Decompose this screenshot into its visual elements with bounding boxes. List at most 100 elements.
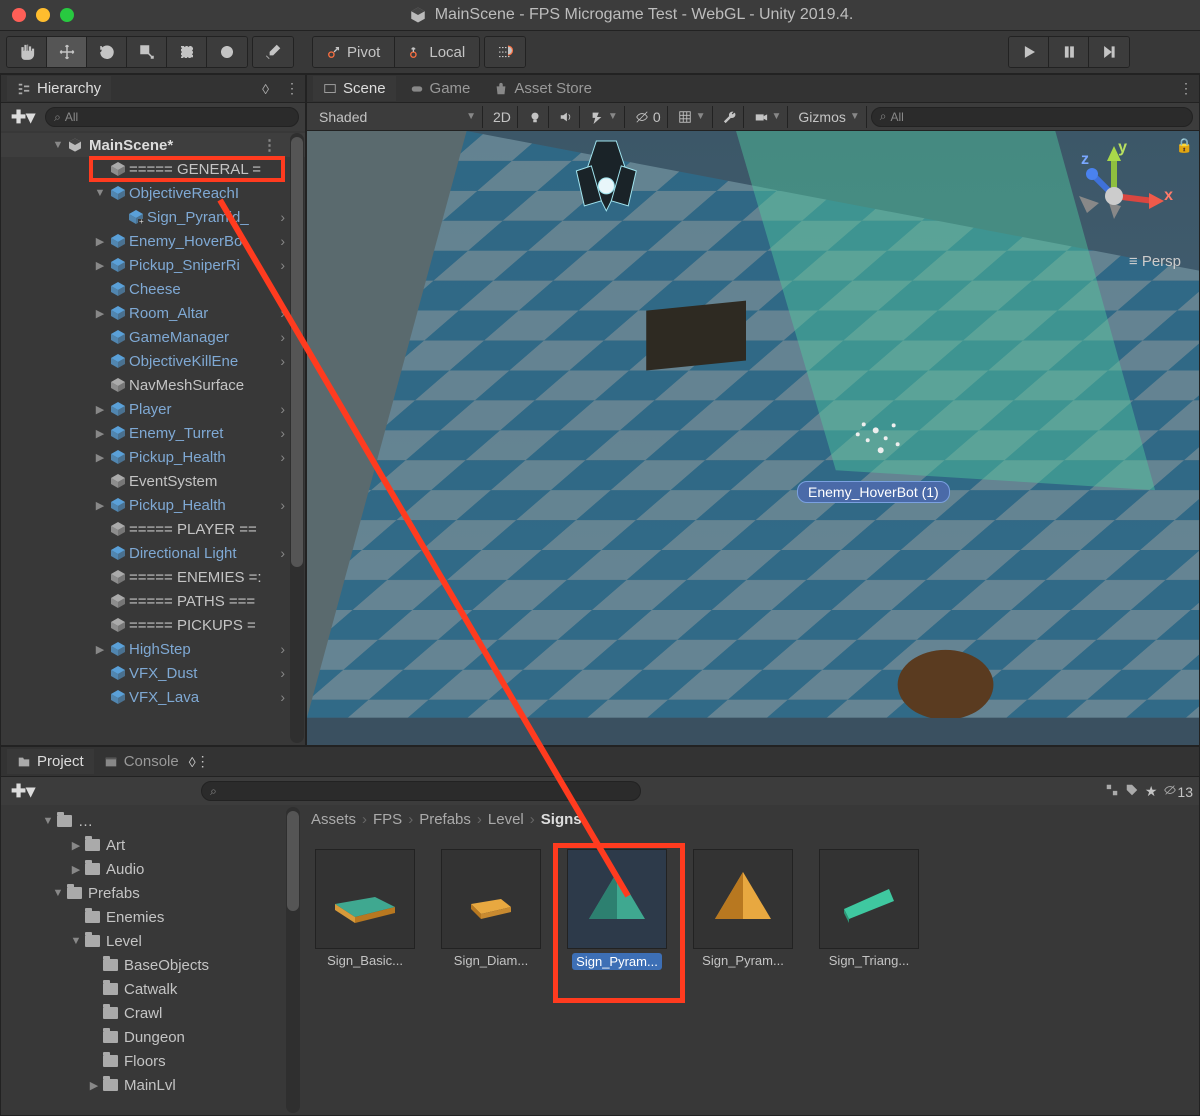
hierarchy-item[interactable]: Directional Light › — [1, 541, 305, 565]
hierarchy-item[interactable]: ===== PATHS === — [1, 589, 305, 613]
pause-button[interactable] — [1049, 37, 1089, 67]
tree-item[interactable]: ▼… — [1, 809, 301, 833]
hierarchy-item[interactable]: ObjectiveKillEne › — [1, 349, 305, 373]
pivot-toggle-button[interactable]: Pivot — [313, 37, 395, 67]
asset-store-tab[interactable]: Asset Store — [484, 76, 602, 101]
step-button[interactable] — [1089, 37, 1129, 67]
tree-item[interactable]: ▼Level — [1, 929, 301, 953]
hierarchy-item[interactable]: Cheese — [1, 277, 305, 301]
tree-item[interactable]: ▼Prefabs — [1, 881, 301, 905]
hierarchy-item[interactable]: ▶ Room_Altar › — [1, 301, 305, 325]
breadcrumb-item[interactable]: FPS — [373, 811, 402, 828]
hierarchy-item[interactable]: ▶ Enemy_Turret › — [1, 421, 305, 445]
hierarchy-item[interactable]: + Sign_Pyramid_ › — [1, 205, 305, 229]
asset-item[interactable]: Sign_Basic... — [311, 849, 419, 970]
project-create-button[interactable]: ✚▾ — [7, 781, 39, 802]
hierarchy-item[interactable]: ===== GENERAL = — [1, 157, 305, 181]
breadcrumb-item[interactable]: Prefabs — [419, 811, 471, 828]
rotate-tool-button[interactable] — [87, 37, 127, 67]
hierarchy-item[interactable]: GameManager › — [1, 325, 305, 349]
hierarchy-item[interactable]: ▶ Player › — [1, 397, 305, 421]
shading-mode-dropdown[interactable]: Shaded▼ — [313, 106, 483, 128]
hierarchy-item[interactable]: VFX_Lava › — [1, 685, 305, 709]
breadcrumb-item[interactable]: Signs — [541, 811, 582, 828]
transform-tool-button[interactable] — [207, 37, 247, 67]
audio-toggle-button[interactable] — [553, 106, 580, 128]
tree-item[interactable]: ▶Art — [1, 833, 301, 857]
hierarchy-item[interactable]: ▶ Pickup_Health › — [1, 445, 305, 469]
hierarchy-item[interactable]: ▼ ObjectiveReachI — [1, 181, 305, 205]
hierarchy-item[interactable]: ▶ Pickup_Health › — [1, 493, 305, 517]
scene-object-label[interactable]: Enemy_HoverBot (1) — [797, 481, 950, 503]
hierarchy-search-input[interactable]: ⌕ All — [45, 107, 299, 127]
scene-visibility-button[interactable]: 0 — [629, 106, 668, 128]
scene-lock-icon[interactable]: 🔒 — [1176, 137, 1193, 154]
zoom-window-button[interactable] — [60, 8, 74, 22]
lighting-toggle-button[interactable] — [522, 106, 549, 128]
hierarchy-item[interactable]: ===== ENEMIES =: — [1, 565, 305, 589]
project-search-input[interactable]: ⌕ — [201, 781, 641, 801]
scene-tab[interactable]: Scene — [313, 76, 396, 101]
tree-item[interactable]: Floors — [1, 1049, 301, 1073]
asset-item[interactable]: Sign_Pyram... — [689, 849, 797, 970]
hierarchy-item[interactable]: VFX_Dust › — [1, 661, 305, 685]
hierarchy-item[interactable]: NavMeshSurface — [1, 373, 305, 397]
hierarchy-lock-icon[interactable]: ◊ — [256, 81, 275, 97]
camera-settings-button[interactable]: ▼ — [748, 106, 789, 128]
hierarchy-create-button[interactable]: ✚▾ — [7, 107, 39, 128]
project-context-menu-button[interactable]: ⋮ — [196, 753, 210, 770]
hierarchy-scene-row[interactable]: ▼ MainScene* ⋮ — [1, 133, 305, 157]
scene-context-menu-button[interactable]: ⋮ — [1173, 80, 1199, 97]
search-by-label-button[interactable] — [1125, 783, 1139, 800]
console-tab[interactable]: Console — [94, 749, 189, 774]
asset-item[interactable]: Sign_Triang... — [815, 849, 923, 970]
2d-toggle-button[interactable]: 2D — [487, 106, 518, 128]
gizmos-dropdown[interactable]: Gizmos▼ — [792, 106, 866, 128]
scene-viewport[interactable]: Enemy_HoverBot (1) y x — [307, 131, 1199, 745]
minimize-window-button[interactable] — [36, 8, 50, 22]
hierarchy-tab[interactable]: Hierarchy — [7, 76, 111, 101]
asset-item[interactable]: Sign_Diam... — [437, 849, 545, 970]
game-tab[interactable]: Game — [400, 76, 481, 101]
project-lock-icon[interactable]: ◊ — [189, 754, 196, 770]
hierarchy-item[interactable]: EventSystem — [1, 469, 305, 493]
local-toggle-button[interactable]: Local — [395, 37, 479, 67]
tree-item[interactable]: Crawl — [1, 1001, 301, 1025]
project-tree-scrollbar[interactable] — [286, 807, 300, 1113]
scale-tool-button[interactable] — [127, 37, 167, 67]
tree-item[interactable]: Dungeon — [1, 1025, 301, 1049]
orientation-gizmo[interactable]: y x z — [1059, 141, 1169, 271]
effects-toggle-button[interactable]: ▼ — [584, 106, 625, 128]
tree-item[interactable]: BaseObjects — [1, 953, 301, 977]
hand-tool-button[interactable] — [7, 37, 47, 67]
tree-item[interactable]: Catwalk — [1, 977, 301, 1001]
breadcrumb-item[interactable]: Level — [488, 811, 524, 828]
hierarchy-item[interactable]: ▶ Pickup_SniperRi › — [1, 253, 305, 277]
tree-item[interactable]: ▶MainLvl — [1, 1073, 301, 1097]
hierarchy-item[interactable]: ▶ HighStep › — [1, 637, 305, 661]
project-tab[interactable]: Project — [7, 749, 94, 774]
hierarchy-item[interactable]: ▶ Enemy_HoverBo › — [1, 229, 305, 253]
project-folder-tree[interactable]: ▼…▶Art▶Audio▼PrefabsEnemies▼LevelBaseObj… — [1, 805, 301, 1115]
close-window-button[interactable] — [12, 8, 26, 22]
play-button[interactable] — [1009, 37, 1049, 67]
move-tool-button[interactable] — [47, 37, 87, 67]
grid-toggle-button[interactable]: ▼ — [672, 106, 713, 128]
scene-tools-button[interactable] — [717, 106, 744, 128]
tree-item[interactable]: Enemies — [1, 905, 301, 929]
search-by-type-button[interactable] — [1105, 783, 1119, 800]
hierarchy-context-menu-button[interactable]: ⋮ — [279, 80, 305, 97]
breadcrumb-item[interactable]: Assets — [311, 811, 356, 828]
asset-item[interactable]: Sign_Pyram... — [563, 849, 671, 970]
perspective-label[interactable]: ≡ Persp — [1129, 253, 1181, 270]
hierarchy-scrollbar[interactable] — [290, 133, 304, 743]
scene-search-input[interactable]: ⌕All — [871, 107, 1193, 127]
snap-toggle-button[interactable] — [485, 37, 525, 67]
hierarchy-item[interactable]: ===== PLAYER == — [1, 517, 305, 541]
hierarchy-item[interactable]: ===== PICKUPS = — [1, 613, 305, 637]
hidden-count-button[interactable]: 13 — [1163, 783, 1193, 800]
rect-tool-button[interactable] — [167, 37, 207, 67]
favorites-button[interactable]: ★ — [1145, 783, 1158, 800]
tree-item[interactable]: ▶Audio — [1, 857, 301, 881]
custom-tools-button[interactable] — [253, 37, 293, 67]
